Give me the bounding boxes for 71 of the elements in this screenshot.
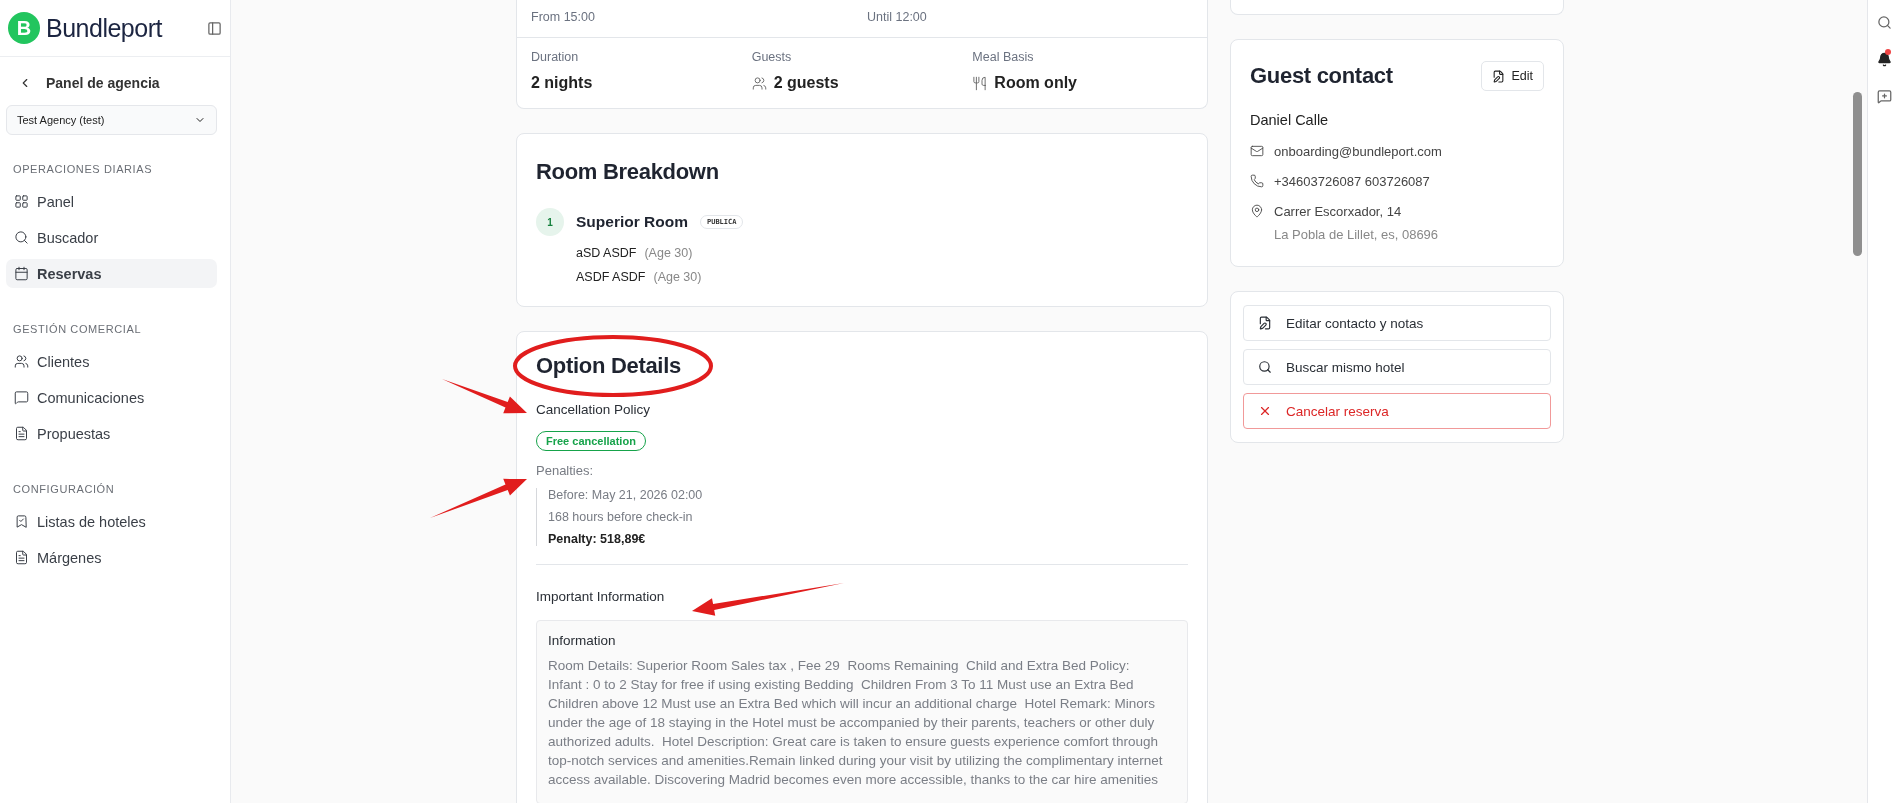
- sidebar-item[interactable]: Clientes: [6, 347, 217, 376]
- penalty-deadline: Before: May 21, 2026 02:00: [548, 488, 704, 502]
- contact-email: onboarding@bundleport.com: [1274, 144, 1442, 159]
- action-button[interactable]: Editar contacto y notas: [1243, 305, 1551, 341]
- sidebar-item[interactable]: Panel: [6, 187, 217, 216]
- address-city: La Pobla de Lillet, es, 08696: [1274, 227, 1439, 242]
- address-street: Carrer Escorxador, 14: [1274, 204, 1403, 219]
- info-title: Information: [548, 633, 617, 648]
- sidebar-item[interactable]: Buscador: [6, 223, 217, 252]
- sidebar-item[interactable]: Listas de hoteles: [6, 507, 217, 536]
- document-icon: [14, 426, 29, 441]
- section-heading: CONFIGURACIÓN: [12, 482, 116, 497]
- sidebar-item[interactable]: Comunicaciones: [6, 383, 217, 412]
- action-button[interactable]: Cancelar reserva: [1243, 393, 1551, 429]
- action-button[interactable]: Buscar mismo hotel: [1243, 349, 1551, 385]
- agency-select[interactable]: Test Agency (test): [6, 105, 217, 135]
- room-name: Superior Room: [576, 213, 688, 231]
- detail-value: Room only: [972, 74, 1193, 92]
- sidebar-item[interactable]: Propuestas: [6, 419, 217, 448]
- phone-icon: [1250, 174, 1264, 188]
- sidebar-item[interactable]: Márgenes: [6, 543, 217, 572]
- edit-document-icon: [1492, 69, 1506, 83]
- fork-knife-icon: [972, 75, 988, 91]
- search-icon: [14, 230, 29, 245]
- mail-icon: [1250, 144, 1264, 158]
- card-title: Option Details: [536, 352, 681, 380]
- guest-name: aSD ASDF: [576, 246, 637, 260]
- grid-icon: [14, 194, 29, 209]
- penalties-label: Penalties:: [536, 463, 595, 478]
- guest-age: (Age 30): [644, 246, 693, 260]
- card-title: Guest contact: [1250, 62, 1393, 90]
- bell-icon[interactable]: [1876, 52, 1892, 67]
- info-text: Room Details: Superior Room Sales tax , Fee 29 Rooms Remaining Child and Extra Bed Policy: Infant : 0 to 2 Stay for free if using existing Bedding Children From 3 To 11 Must use an Extra Bed Children above 12 Must use an Extra Bed which will incur an additional charge Hotel Remark: Minors under the age of 18 staying in the Hotel must be accompanied by their parents, teachers or other duly authorized adults. Hotel Description: Great care is taken to ensure guests experience comfort through top-notch services and amenities.Remain linked during your visit by utilizing the complimentary internet access available. Discovering Madrid becomes even more accessible, thanks to the car hire amenities: [548, 657, 1164, 789]
- contact-phone: +34603726087 603726087: [1274, 174, 1430, 189]
- penalty-hours: 168 hours before check-in: [548, 510, 694, 524]
- penalty-amount: Penalty: 518,89€: [548, 532, 647, 546]
- section-heading: GESTIÓN COMERCIAL: [12, 322, 143, 337]
- guest-name: Daniel Calle: [1250, 112, 1330, 128]
- document-icon: [14, 550, 29, 565]
- edit-document-icon: [1258, 316, 1272, 330]
- sidebar-toggle-icon[interactable]: [207, 20, 222, 36]
- edit-button[interactable]: Edit: [1481, 61, 1544, 91]
- search-icon[interactable]: [1876, 15, 1892, 30]
- people-icon: [751, 75, 767, 91]
- detail-value: 2 nights: [531, 74, 594, 92]
- add-comment-icon[interactable]: [1876, 89, 1892, 104]
- detail-label: Duration: [531, 50, 580, 64]
- section-heading: OPERACIONES DIARIAS: [12, 162, 154, 177]
- brand-logo: B: [8, 12, 40, 44]
- section-label: Important Information: [536, 589, 666, 604]
- section-label: Cancellation Policy: [536, 402, 652, 417]
- brand-name: Bundleport: [46, 13, 164, 43]
- card-title: Room Breakdown: [536, 158, 719, 186]
- check-out-time: Until 12:00: [867, 10, 927, 24]
- detail-value: 2 guests: [751, 74, 973, 92]
- back-link[interactable]: Panel de agencia: [0, 57, 230, 91]
- detail-label: Meal Basis: [972, 50, 1035, 64]
- people-icon: [14, 354, 29, 369]
- check-in-time: From 15:00: [531, 10, 596, 24]
- scrollbar-thumb[interactable]: [1853, 92, 1862, 256]
- sidebar-item[interactable]: Reservas: [6, 259, 217, 288]
- calendar-icon: [14, 266, 29, 281]
- bookmark-check-icon: [14, 514, 29, 529]
- search-icon: [1258, 360, 1272, 374]
- detail-label: Guests: [751, 50, 793, 64]
- location-pin-icon: [1250, 204, 1264, 218]
- chat-bubble-icon: [14, 390, 29, 405]
- close-icon: [1258, 404, 1272, 418]
- guest-name: ASDF ASDF: [576, 270, 646, 284]
- guest-age: (Age 30): [653, 270, 702, 284]
- room-number: 1: [536, 208, 564, 236]
